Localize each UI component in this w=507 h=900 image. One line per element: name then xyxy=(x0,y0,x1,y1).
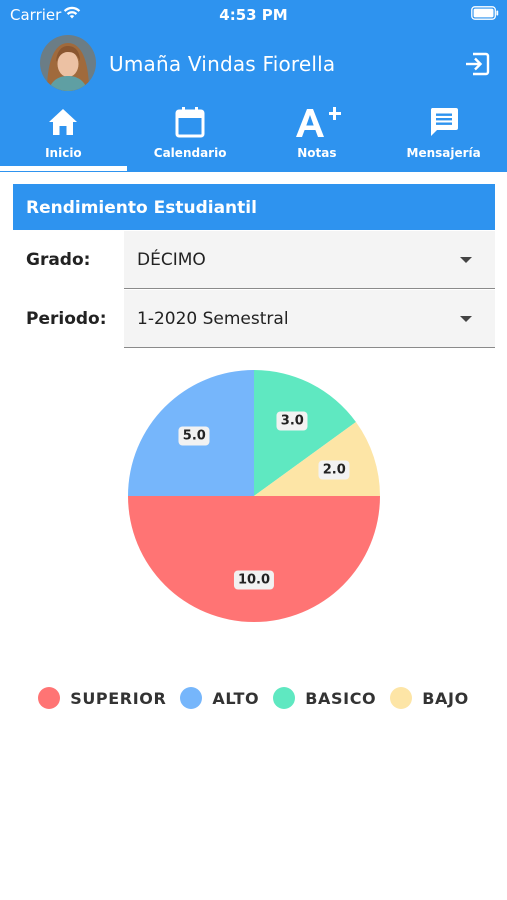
legend-swatch xyxy=(390,687,413,709)
grado-value: DÉCIMO xyxy=(137,250,206,270)
chevron-down-icon xyxy=(460,316,472,322)
status-time: 4:53 PM xyxy=(219,6,288,24)
legend-label: ALTO xyxy=(212,688,260,708)
slice-label-superior: 10.0 xyxy=(233,570,275,590)
pie-slice-superior xyxy=(128,496,380,622)
logout-icon[interactable] xyxy=(463,50,491,78)
section-header: Rendimiento Estudiantil xyxy=(13,184,495,230)
performance-pie-chart: 3.0 2.0 10.0 5.0 xyxy=(120,362,388,630)
legend-item-basico: BASICO xyxy=(273,687,376,709)
profile-photo xyxy=(40,35,96,91)
legend-item-alto: ALTO xyxy=(180,687,259,709)
slice-label-basico: 3.0 xyxy=(276,411,308,431)
tab-label-notas: Notas xyxy=(297,146,337,160)
user-name: Umaña Vindas Fiorella xyxy=(109,52,336,76)
chart-legend: SUPERIOR ALTO BASICO BAJO xyxy=(0,686,507,710)
legend-item-bajo: BAJO xyxy=(390,687,469,709)
legend-swatch xyxy=(180,687,203,709)
periodo-label: Periodo: xyxy=(26,309,107,329)
message-icon xyxy=(430,108,458,136)
avatar[interactable] xyxy=(40,35,96,91)
tab-label-mensajeria: Mensajería xyxy=(406,146,481,160)
tab-notas[interactable]: Notas xyxy=(254,100,381,172)
grado-label: Grado: xyxy=(26,250,91,270)
legend-swatch xyxy=(273,687,296,709)
periodo-value: 1-2020 Semestral xyxy=(137,309,289,329)
legend-label: SUPERIOR xyxy=(70,688,167,708)
tab-label-inicio: Inicio xyxy=(45,146,82,160)
battery-icon xyxy=(471,6,499,20)
chevron-down-icon xyxy=(460,257,472,263)
grado-select[interactable]: DÉCIMO xyxy=(124,231,495,289)
legend-item-superior: SUPERIOR xyxy=(38,687,166,709)
home-icon xyxy=(49,109,78,135)
section-title: Rendimiento Estudiantil xyxy=(26,198,257,218)
app-header: Carrier 4:53 PM Umaña Vindas Fiorella In… xyxy=(0,0,507,172)
legend-swatch xyxy=(38,687,61,709)
slice-label-bajo: 2.0 xyxy=(318,460,350,480)
tab-bar: Inicio Calendario Notas Mensajería xyxy=(0,100,507,172)
active-tab-indicator xyxy=(0,166,127,171)
tab-mensajeria[interactable]: Mensajería xyxy=(380,100,507,172)
legend-label: BASICO xyxy=(305,688,377,708)
tab-inicio[interactable]: Inicio xyxy=(0,100,127,172)
slice-label-alto: 5.0 xyxy=(178,426,210,446)
tab-label-calendario: Calendario xyxy=(153,146,227,160)
calendar-icon xyxy=(175,107,205,138)
grades-icon xyxy=(295,107,341,137)
status-bar: Carrier 4:53 PM xyxy=(0,0,507,30)
legend-label: BAJO xyxy=(422,688,469,708)
periodo-select[interactable]: 1-2020 Semestral xyxy=(124,290,495,348)
tab-calendario[interactable]: Calendario xyxy=(127,100,254,172)
